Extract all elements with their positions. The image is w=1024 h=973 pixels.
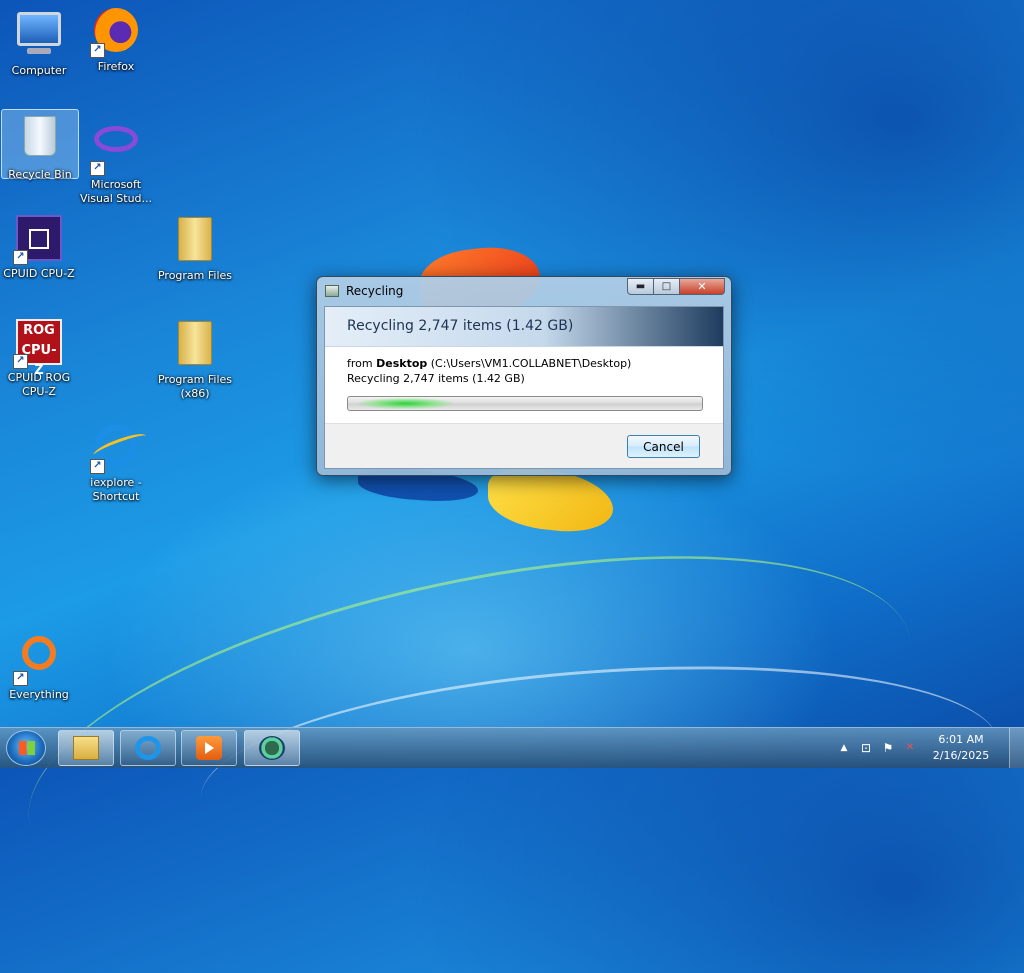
taskbar: ▲ ⊡ ⚑ ✕ 6:01 AM 2/16/2025: [0, 727, 1024, 768]
source-name: Desktop: [376, 357, 428, 370]
dialog-footer: Cancel: [325, 423, 723, 468]
desktop-icon-label: Microsoft Visual Stud...: [79, 178, 153, 205]
computer-icon: [15, 12, 63, 60]
desktop-icon-label: CPUID CPU-Z: [3, 267, 75, 280]
source-line: from Desktop (C:\Users\VM1.COLLABNET\Des…: [347, 357, 631, 370]
dialog-banner: Recycling 2,747 items (1.42 GB): [325, 307, 723, 347]
rog-cpuz-icon: ROG CPU-Z ↗: [13, 319, 63, 378]
desktop-icon-firefox[interactable]: ↗ Firefox: [78, 6, 154, 74]
folder-icon: [73, 736, 99, 760]
folder-icon: [171, 217, 219, 265]
recycling-app-icon: [259, 736, 285, 760]
shortcut-arrow-icon: ↗: [13, 354, 28, 369]
show-desktop-button[interactable]: [1009, 728, 1024, 768]
desktop-icon-program-files-x86[interactable]: Program Files (x86): [157, 317, 233, 401]
cpuz-icon: ↗: [13, 215, 63, 265]
desktop-icon-everything[interactable]: ↗ Everything: [1, 630, 77, 702]
ie-icon: [135, 736, 161, 760]
dialog-titlebar[interactable]: Recycling ▬ □ ✕: [317, 277, 731, 305]
recycling-window-icon: [325, 285, 339, 297]
taskbar-button-media-player[interactable]: [181, 730, 237, 766]
show-hidden-icons-chevron-icon[interactable]: ▲: [836, 740, 852, 756]
desktop-icon-label: Everything: [9, 688, 69, 701]
visual-studio-icon: ↗: [90, 126, 140, 176]
status-text: Recycling 2,747 items (1.42 GB): [347, 372, 525, 385]
shortcut-arrow-icon: ↗: [90, 459, 105, 474]
shortcut-arrow-icon: ↗: [90, 43, 105, 58]
desktop-icon-computer[interactable]: Computer: [1, 6, 77, 78]
media-player-icon: [196, 736, 222, 760]
shortcut-arrow-icon: ↗: [13, 671, 28, 686]
volume-muted-icon[interactable]: ✕: [902, 740, 918, 756]
start-button[interactable]: [6, 730, 46, 766]
dialog-title: Recycling: [346, 284, 404, 298]
desktop-icon-recycle-bin[interactable]: Recycle Bin: [1, 109, 79, 181]
desktop-icon-label: iexplore - Shortcut: [90, 476, 142, 503]
cancel-button[interactable]: Cancel: [627, 435, 700, 458]
ie-icon: ↗: [90, 424, 140, 474]
close-button[interactable]: ✕: [680, 278, 725, 295]
recycle-bin-icon: [16, 116, 64, 164]
taskbar-button-recycling[interactable]: [244, 730, 300, 766]
network-icon[interactable]: ⊡: [858, 740, 874, 756]
desktop-icon-program-files[interactable]: Program Files: [157, 213, 233, 283]
shortcut-arrow-icon: ↗: [13, 250, 28, 265]
desktop-icon-iexplore-shortcut[interactable]: ↗ iexplore - Shortcut: [78, 421, 154, 504]
dialog-heading: Recycling 2,747 items (1.42 GB): [347, 318, 574, 334]
taskbar-button-internet-explorer[interactable]: [120, 730, 176, 766]
desktop-icon-rog-cpuz[interactable]: ROG CPU-Z ↗ CPUID ROG CPU-Z: [1, 317, 77, 399]
shortcut-arrow-icon: ↗: [90, 161, 105, 176]
source-path: (C:\Users\VM1.COLLABNET\Desktop): [427, 357, 632, 370]
minimize-button[interactable]: ▬: [627, 278, 654, 295]
folder-icon: [171, 321, 219, 369]
desktop-icon-visual-studio[interactable]: ↗ Microsoft Visual Stud...: [78, 114, 154, 206]
taskbar-button-explorer[interactable]: [58, 730, 114, 766]
clock-time: 6:01 AM: [938, 733, 984, 746]
progress-bar: [347, 396, 703, 411]
clock-date: 2/16/2025: [932, 749, 990, 762]
everything-icon: ↗: [13, 636, 63, 686]
system-tray: ▲ ⊡ ⚑ ✕ 6:01 AM 2/16/2025: [834, 728, 1024, 768]
maximize-button[interactable]: □: [654, 278, 680, 295]
firefox-icon: ↗: [90, 8, 140, 58]
dialog-content: Recycling 2,747 items (1.42 GB) from Des…: [324, 306, 724, 469]
recycling-dialog: Recycling ▬ □ ✕ Recycling 2,747 items (1…: [316, 276, 732, 476]
desktop-icon-label: Program Files: [157, 269, 233, 282]
desktop-icon-cpuz[interactable]: ↗ CPUID CPU-Z: [1, 213, 77, 281]
progress-indicator: [358, 398, 453, 409]
desktop-icon-label: Recycle Bin: [8, 168, 72, 181]
desktop-icon-label: Program Files (x86): [157, 373, 233, 400]
clock[interactable]: 6:01 AM 2/16/2025: [926, 732, 996, 764]
action-center-flag-icon[interactable]: ⚑: [880, 740, 896, 756]
desktop-icon-label: Firefox: [97, 60, 135, 73]
source-prefix: from: [347, 357, 377, 370]
desktop-icon-label: Computer: [11, 64, 67, 77]
